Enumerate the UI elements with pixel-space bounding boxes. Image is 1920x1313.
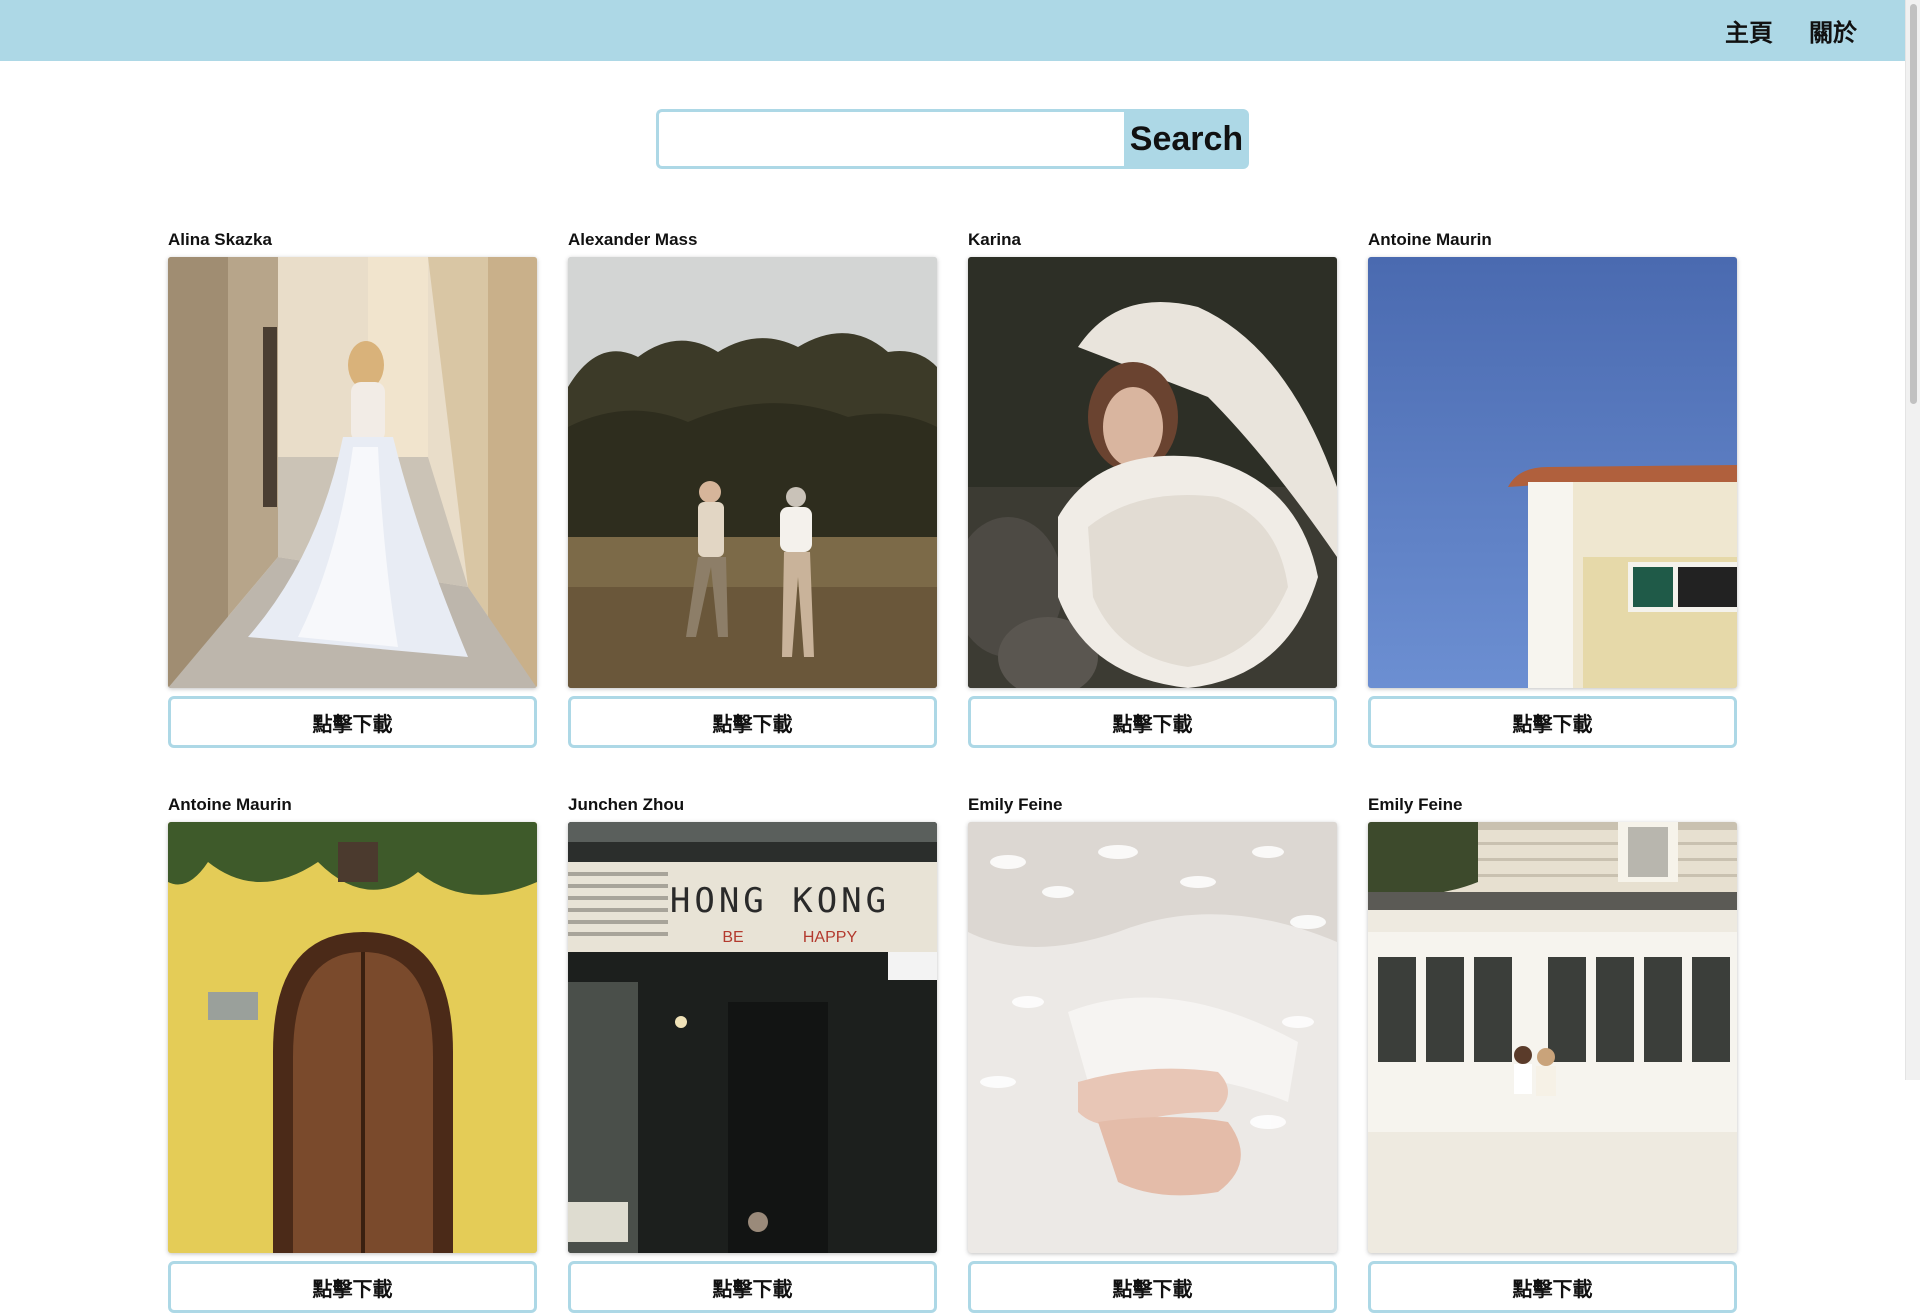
photo-woman-wings[interactable] — [968, 257, 1337, 688]
photo-hong-kong-storefront[interactable]: HONG KONG BE HAPPY — [568, 822, 937, 1253]
download-button[interactable]: 點擊下載 — [568, 696, 937, 748]
photo-image — [968, 822, 1337, 1253]
photo-author: Emily Feine — [968, 795, 1063, 814]
photo-card: Alina Skazka 點擊下載 — [168, 229, 537, 748]
nav-about-link[interactable]: 關於 — [1809, 13, 1857, 48]
download-button[interactable]: 點擊下載 — [968, 1261, 1337, 1313]
photo-image — [1368, 257, 1737, 688]
nav-home-link[interactable]: 主頁 — [1725, 13, 1773, 48]
download-button[interactable]: 點擊下載 — [168, 696, 537, 748]
photo-author: Alina Skazka — [168, 230, 272, 249]
download-button[interactable]: 點擊下載 — [568, 1261, 937, 1313]
page-scrollbar[interactable] — [1905, 0, 1920, 1080]
photo-author: Junchen Zhou — [568, 795, 685, 814]
nav-links: 主頁 關於 — [1725, 0, 1857, 61]
photo-image — [168, 257, 537, 688]
photo-girl-running-alley[interactable] — [168, 257, 537, 688]
download-button[interactable]: 點擊下載 — [1368, 1261, 1737, 1313]
photo-author: Emily Feine — [1368, 795, 1463, 814]
photo-lace-sleeve[interactable] — [968, 822, 1337, 1253]
photo-house-blue-sky[interactable] — [1368, 257, 1737, 688]
photo-house-windows[interactable] — [1368, 822, 1737, 1253]
photo-author: Antoine Maurin — [1368, 230, 1492, 249]
download-button[interactable]: 點擊下載 — [968, 696, 1337, 748]
photo-image — [168, 822, 537, 1253]
photo-author: Karina — [968, 230, 1021, 249]
download-button[interactable]: 點擊下載 — [1368, 696, 1737, 748]
download-button[interactable]: 點擊下載 — [168, 1261, 537, 1313]
photo-image — [968, 257, 1337, 688]
photo-image — [568, 257, 937, 688]
photo-grid: Alina Skazka 點擊下載 Alexander Mass 點擊下載 Ka… — [168, 229, 1738, 1313]
photo-card: Alexander Mass 點擊下載 — [568, 229, 937, 748]
sign-be-text: BE — [722, 929, 743, 946]
search-form: Search — [656, 109, 1249, 169]
photo-image — [1368, 822, 1737, 1253]
sign-hong-kong-text: HONG KONG — [670, 881, 890, 921]
search-button[interactable]: Search — [1124, 109, 1249, 169]
sign-happy-text: HAPPY — [803, 929, 858, 946]
photo-couple-field[interactable] — [568, 257, 937, 688]
photo-card: Karina 點擊下載 — [968, 229, 1337, 748]
photo-image: HONG KONG BE HAPPY — [568, 822, 937, 1253]
photo-author: Antoine Maurin — [168, 795, 292, 814]
photo-card: Emily Feine 點擊下載 — [1368, 794, 1737, 1313]
photo-card: Antoine Maurin 點擊下載 — [1368, 229, 1737, 748]
photo-author: Alexander Mass — [568, 230, 698, 249]
scrollbar-thumb[interactable] — [1910, 4, 1917, 404]
photo-card: Antoine Maurin 點擊下載 — [168, 794, 537, 1313]
top-navbar: 主頁 關於 — [0, 0, 1905, 61]
photo-arched-door[interactable] — [168, 822, 537, 1253]
photo-card: Junchen Zhou HONG KONG BE HAPPY 點擊下載 — [568, 794, 937, 1313]
photo-card: Emily Feine 點擊下載 — [968, 794, 1337, 1313]
search-input[interactable] — [656, 109, 1124, 169]
